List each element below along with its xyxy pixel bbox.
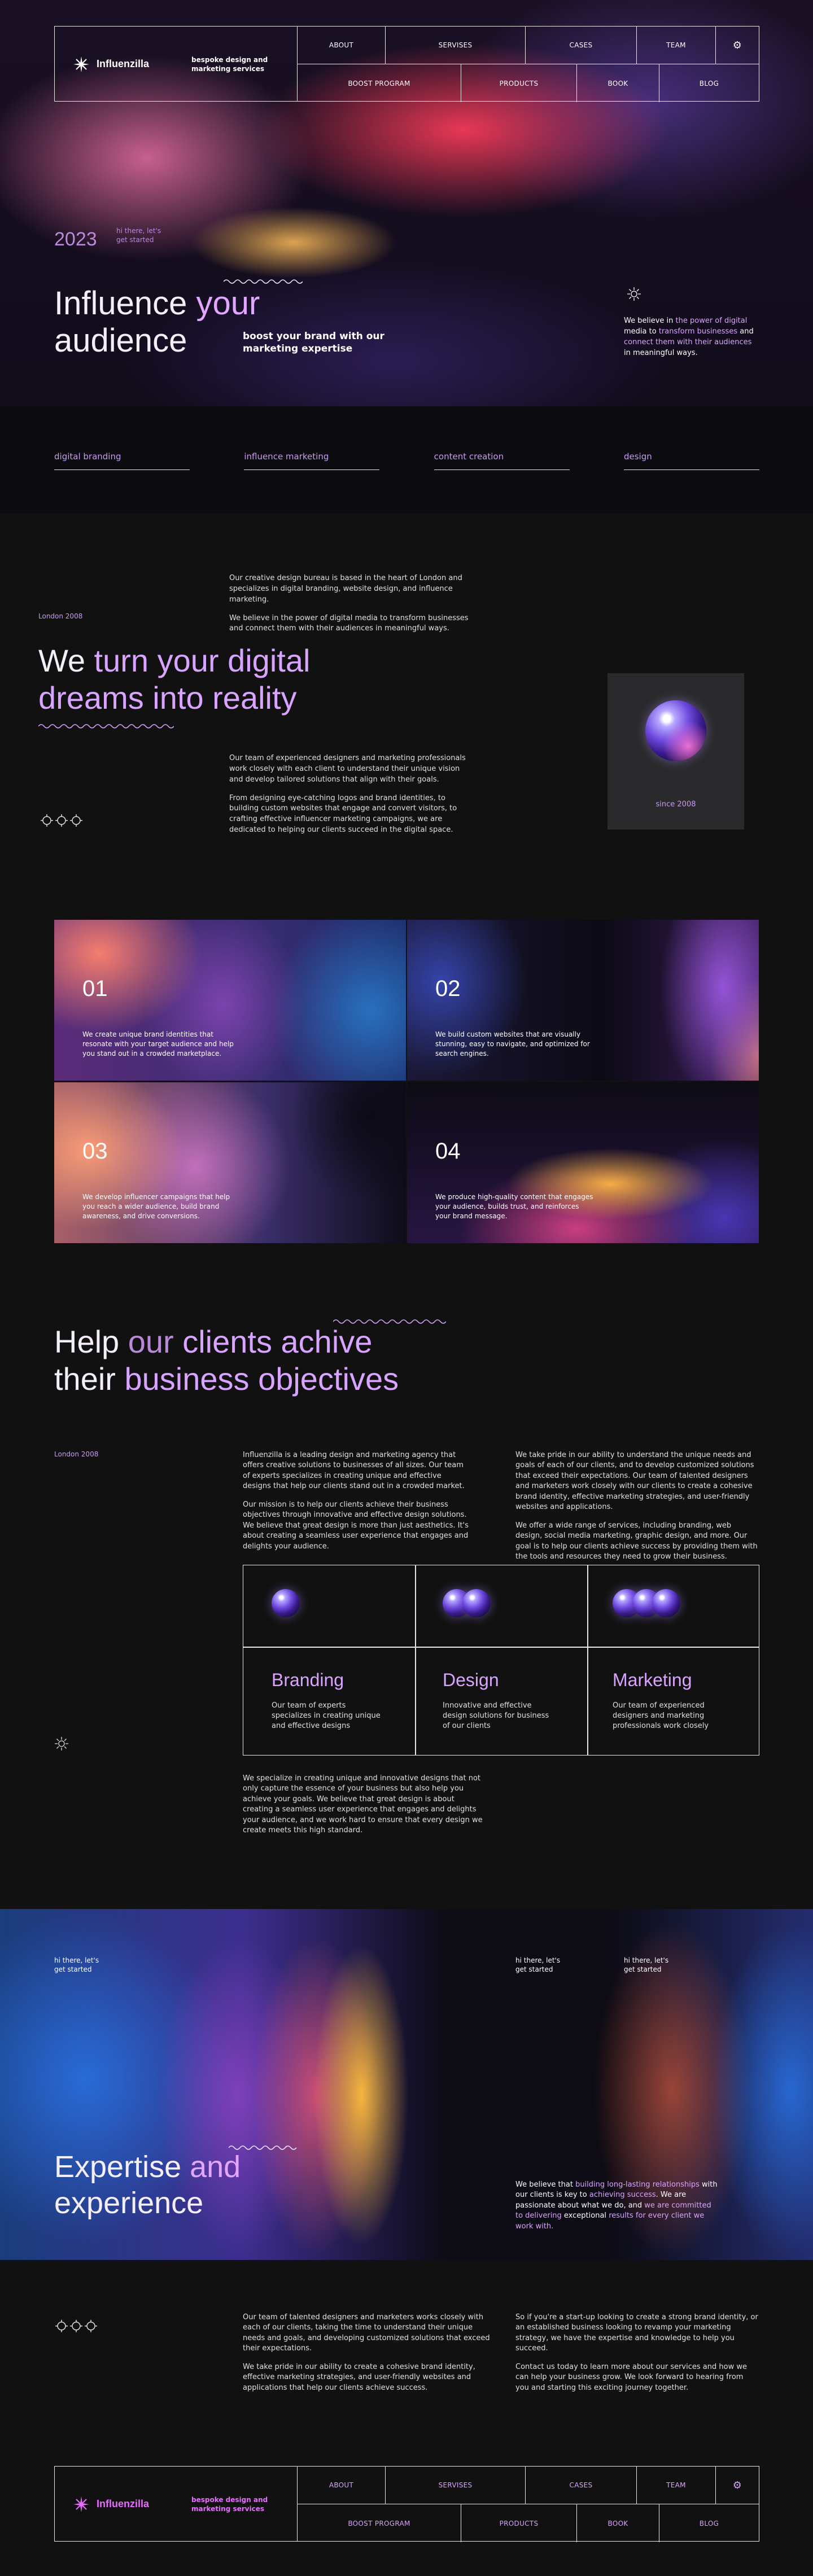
logo-star-icon[interactable] — [73, 56, 91, 74]
brand-block: Influenzilla bespoke design and marketin… — [55, 2467, 298, 2541]
nav-about[interactable]: ABOUT — [298, 2467, 386, 2504]
squiggle-decoration — [224, 279, 303, 284]
help-location: London 2008 — [54, 1450, 99, 1458]
nav-team[interactable]: TEAM — [637, 2467, 716, 2504]
expertise-greeting: hi there, let's get started — [515, 1956, 561, 1973]
brand-tagline: bespoke design and marketing services — [191, 2496, 268, 2513]
orb-icon-single — [272, 1589, 300, 1617]
nav-about[interactable]: ABOUT — [298, 27, 386, 64]
expertise-section: hi there, let's get started hi there, le… — [0, 1909, 813, 2260]
gears-icon — [54, 2318, 99, 2337]
hero-greeting: hi there, let's get started — [116, 227, 161, 244]
hero-subtitle: boost your brand with our marketing expe… — [243, 331, 384, 355]
squiggle-decoration — [38, 724, 174, 729]
settings-gear-icon[interactable]: ⚙ — [716, 2467, 759, 2504]
capability-marketing-text: Our team of experienced designers and ma… — [613, 1701, 709, 1731]
expertise-greeting: hi there, let's get started — [624, 1956, 669, 1973]
about-title: We turn your digital dreams into reality — [38, 643, 311, 716]
nav-blog[interactable]: BLOG — [659, 64, 759, 102]
sun-icon — [627, 287, 641, 305]
brand-name[interactable]: Influenzilla — [97, 58, 149, 70]
about-orb-card: since 2008 — [607, 673, 744, 830]
service-card-02[interactable]: 02 We build custom websites that are vis… — [407, 920, 759, 1081]
nav-row-primary: ABOUT SERVISES CASES TEAM ⚙ — [298, 27, 759, 64]
closing-column-1: Our team of talented designers and marke… — [243, 2313, 490, 2392]
brand-block: Influenzilla bespoke design and marketin… — [55, 27, 298, 101]
hero-title: Influence your audience — [54, 285, 260, 359]
category-design[interactable]: design — [623, 451, 759, 470]
expertise-title: Expertise and experience — [54, 2150, 241, 2220]
capability-design-title: Design — [443, 1670, 499, 1690]
about-location: London 2008 — [38, 612, 83, 620]
hero-believe-text: We believe in the power of digital media… — [624, 317, 754, 357]
nav-services[interactable]: SERVISES — [386, 2467, 526, 2504]
nav-row-secondary: BOOST PROGRAM PRODUCTS BOOK BLOG — [298, 2504, 759, 2542]
capability-marketing-title: Marketing — [613, 1670, 692, 1690]
expertise-greeting: hi there, let's get started — [54, 1956, 99, 1973]
brand-tagline: bespoke design and marketing services — [191, 56, 268, 73]
nav-blog[interactable]: BLOG — [659, 2504, 759, 2542]
brand-name[interactable]: Influenzilla — [97, 2498, 149, 2510]
category-digital-branding[interactable]: digital branding — [54, 451, 190, 470]
nav-products[interactable]: PRODUCTS — [461, 64, 577, 102]
category-content-creation[interactable]: content creation — [434, 451, 570, 470]
nav-book[interactable]: BOOK — [577, 64, 659, 102]
nav-products[interactable]: PRODUCTS — [461, 2504, 577, 2542]
service-card-01[interactable]: 01 We create unique brand identities tha… — [54, 920, 406, 1081]
nav-cases[interactable]: CASES — [526, 2467, 637, 2504]
help-column-1: Influenzilla is a leading design and mar… — [243, 1451, 469, 1551]
nav-boost-program[interactable]: BOOST PROGRAM — [298, 2504, 461, 2542]
gears-icon — [40, 813, 85, 832]
help-title: Help our clients achive their business o… — [54, 1324, 399, 1397]
closing-column-2: So if you're a start-up looking to creat… — [515, 2313, 758, 2392]
nav-team[interactable]: TEAM — [637, 27, 716, 64]
capabilities-grid: Branding Our team of experts specializes… — [243, 1565, 759, 1756]
nav-row-secondary: BOOST PROGRAM PRODUCTS BOOK BLOG — [298, 64, 759, 102]
top-navigation: Influenzilla bespoke design and marketin… — [54, 26, 759, 102]
capability-design-text: Innovative and effective design solution… — [443, 1701, 549, 1731]
about-intro: Our creative design bureau is based in t… — [229, 574, 469, 633]
service-card-04[interactable]: 04 We produce high-quality content that … — [407, 1082, 759, 1243]
capability-branding-text: Our team of experts specializes in creat… — [272, 1701, 381, 1731]
nav-cases[interactable]: CASES — [526, 27, 637, 64]
since-label: since 2008 — [655, 800, 696, 809]
about-body: Our team of experienced designers and ma… — [229, 754, 466, 835]
hero-year: 2023 — [54, 229, 97, 250]
category-links: digital branding influence marketing con… — [54, 451, 759, 470]
nav-services[interactable]: SERVISES — [386, 27, 526, 64]
footer-navigation: Influenzilla bespoke design and marketin… — [54, 2466, 759, 2542]
help-footer-text: We specialize in creating unique and inn… — [243, 1774, 483, 1835]
logo-star-icon[interactable] — [73, 2496, 91, 2514]
settings-gear-icon[interactable]: ⚙ — [716, 27, 759, 64]
help-column-2: We take pride in our ability to understa… — [515, 1451, 758, 1561]
capability-branding-title: Branding — [272, 1670, 344, 1690]
nav-boost-program[interactable]: BOOST PROGRAM — [298, 64, 461, 102]
nav-book[interactable]: BOOK — [577, 2504, 659, 2542]
service-card-03[interactable]: 03 We develop influencer campaigns that … — [54, 1082, 406, 1243]
expertise-believe-text: We believe that building long-lasting re… — [515, 2180, 718, 2231]
sun-icon — [54, 1736, 69, 1753]
category-influence-marketing[interactable]: influence marketing — [244, 451, 380, 470]
nav-row-primary: ABOUT SERVISES CASES TEAM ⚙ — [298, 2467, 759, 2504]
